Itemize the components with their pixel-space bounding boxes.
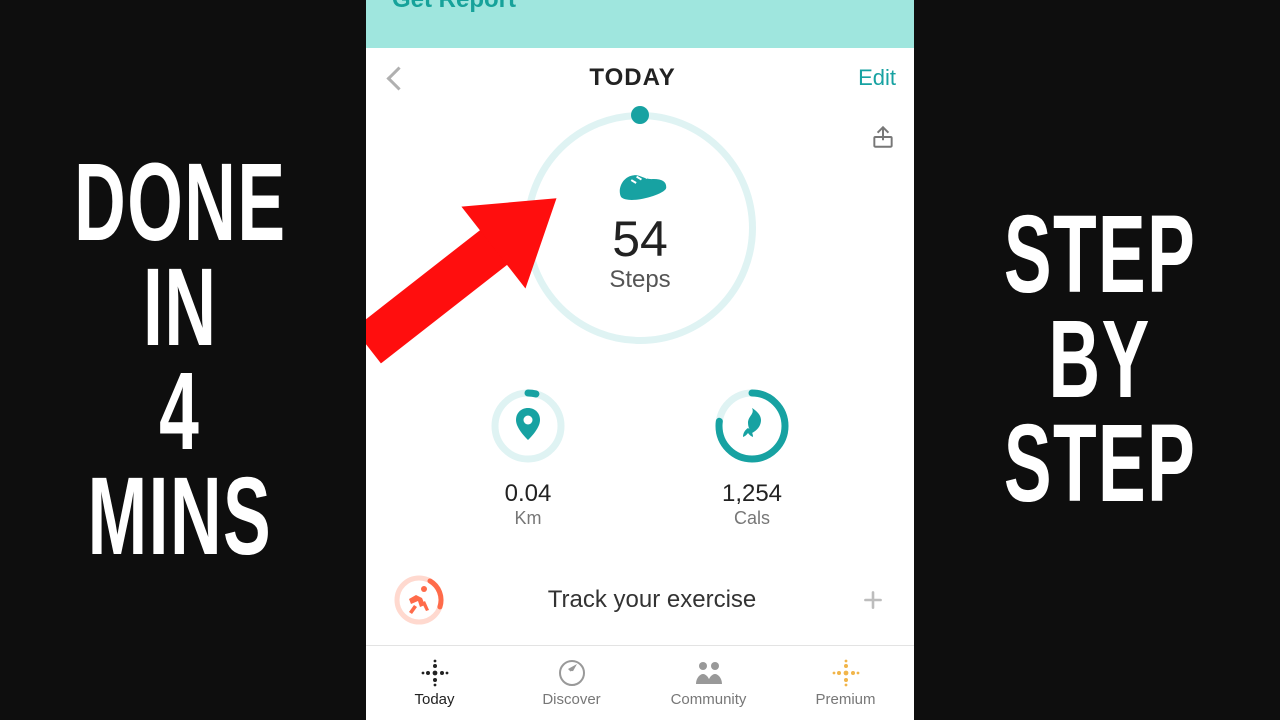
overlay-word: BY	[1049, 308, 1151, 413]
report-banner[interactable]: Get Report	[366, 0, 914, 48]
steps-label: Steps	[609, 266, 670, 294]
shoe-icon	[608, 156, 672, 208]
pin-icon	[516, 408, 540, 440]
calories-value: 1,254	[722, 482, 782, 506]
edit-button[interactable]: Edit	[858, 65, 896, 91]
right-overlay: STEP BY STEP	[920, 0, 1280, 720]
discover-tab-icon	[557, 658, 587, 688]
mini-stats-row: 0.04 Km 1,254 Cals	[366, 386, 914, 529]
steps-value: 54	[612, 214, 668, 264]
premium-tab-icon	[831, 658, 861, 688]
share-icon[interactable]	[870, 124, 896, 155]
steps-ring[interactable]: 54 Steps	[524, 112, 756, 344]
banner-text: Get Report	[392, 0, 516, 12]
community-tab-icon	[692, 658, 726, 688]
plus-icon[interactable]	[860, 587, 886, 613]
overlay-word: DONE	[74, 151, 286, 256]
tab-premium[interactable]: Premium	[777, 646, 914, 720]
nav-bar: TODAY Edit	[366, 48, 914, 108]
overlay-word: STEP	[1004, 203, 1196, 308]
overlay-word: STEP	[1004, 412, 1196, 517]
overlay-word: 4	[159, 360, 200, 465]
tab-today[interactable]: Today	[366, 646, 503, 720]
today-tab-icon	[420, 658, 450, 688]
page-title: TODAY	[407, 64, 858, 92]
left-overlay: DONE IN 4 MINS	[0, 0, 360, 720]
flame-icon	[739, 408, 765, 442]
tab-community[interactable]: Community	[640, 646, 777, 720]
calories-label: Cals	[734, 508, 770, 529]
overlay-word: MINS	[88, 465, 272, 570]
runner-icon	[394, 575, 444, 625]
distance-stat[interactable]: 0.04 Km	[458, 386, 598, 529]
calories-stat[interactable]: 1,254 Cals	[682, 386, 822, 529]
dashboard-main: 54 Steps 0.04 Km	[366, 108, 914, 648]
tab-label: Premium	[815, 691, 875, 708]
track-exercise-row[interactable]: Track your exercise	[366, 553, 914, 625]
tab-label: Discover	[542, 691, 600, 708]
overlay-word: IN	[143, 256, 217, 361]
distance-value: 0.04	[505, 482, 552, 506]
tab-label: Community	[671, 691, 747, 708]
tab-bar: Today Discover Community Premium	[366, 645, 914, 720]
phone-screen: Get Report TODAY Edit 54 Steps	[366, 0, 914, 720]
exercise-row-text: Track your exercise	[444, 586, 860, 614]
distance-label: Km	[515, 508, 542, 529]
tab-label: Today	[414, 691, 454, 708]
tab-discover[interactable]: Discover	[503, 646, 640, 720]
